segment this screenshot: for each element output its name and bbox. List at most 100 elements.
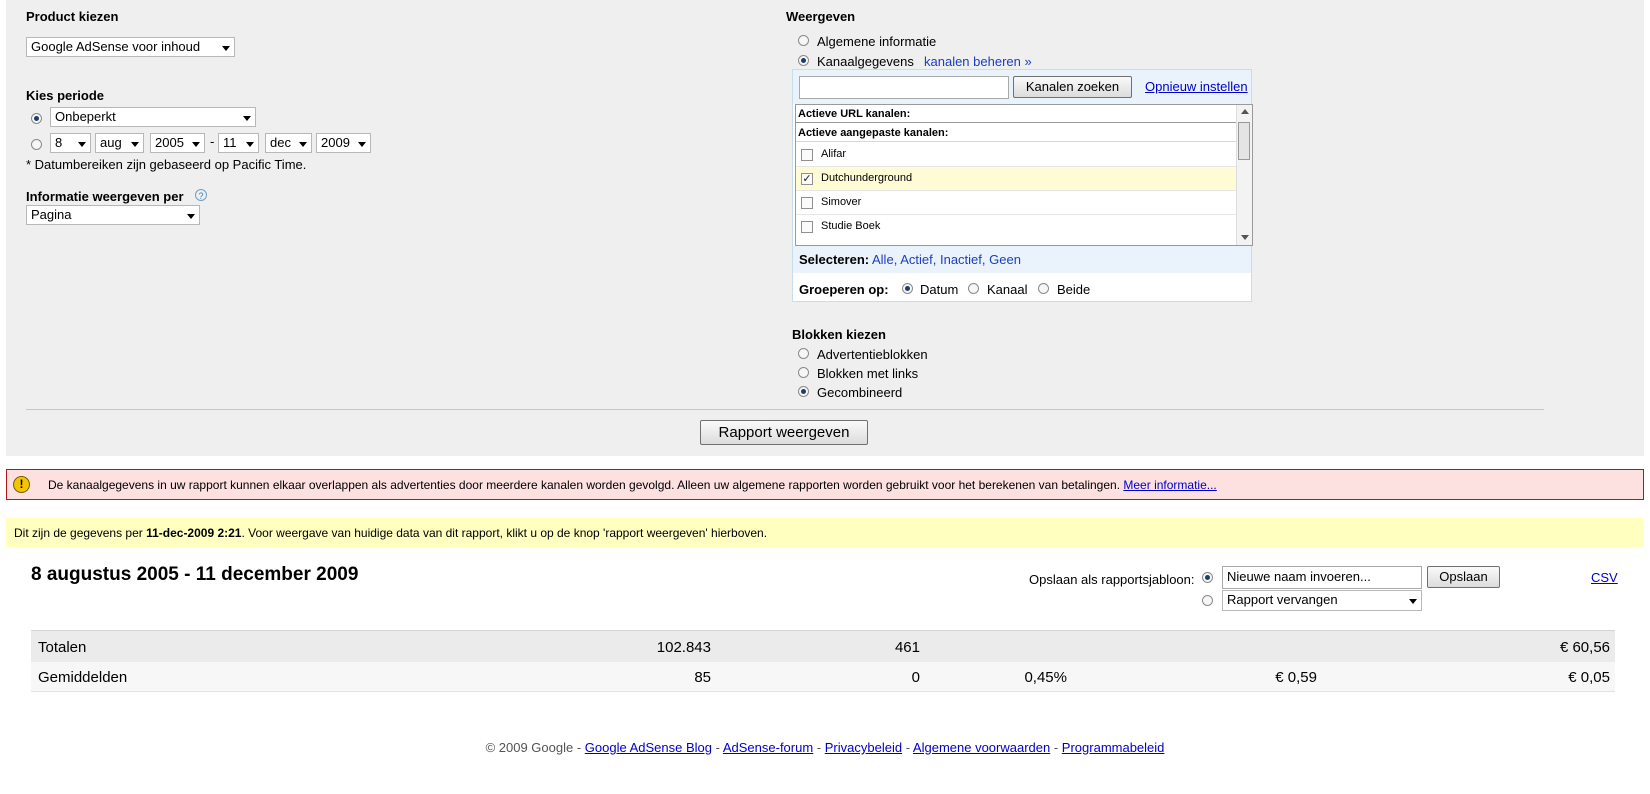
from-day-select[interactable]: 8 xyxy=(50,133,91,153)
template-name-input[interactable]: Nieuwe naam invoeren... xyxy=(1222,566,1422,589)
channel-row[interactable]: Simover xyxy=(796,191,1236,215)
help-icon[interactable]: ? xyxy=(195,189,207,201)
blocks-links-label: Blokken met links xyxy=(817,366,919,381)
warning-message: De kanaalgegevens in uw rapport kunnen e… xyxy=(48,478,1121,492)
period-preset-select[interactable]: Onbeperkt xyxy=(50,107,256,127)
totals-earnings: € 60,56 xyxy=(1559,639,1610,656)
chevron-down-icon xyxy=(131,142,139,147)
reset-link[interactable]: Opnieuw instellen xyxy=(1145,79,1248,94)
info-per-heading-text: Informatie weergeven per xyxy=(26,189,184,204)
group-both-label: Beide xyxy=(1057,282,1091,297)
averages-cpc: € 0,59 xyxy=(1275,669,1317,686)
exclamation-icon: ! xyxy=(13,476,30,493)
blocks-ads-radio[interactable] xyxy=(798,348,809,359)
totals-clicks: 461 xyxy=(894,639,920,656)
select-row-text: Selecteren: Alle, Actief, Inactief, Geen xyxy=(799,252,1021,267)
channel-checkbox[interactable] xyxy=(801,221,813,233)
blocks-heading: Blokken kiezen xyxy=(792,327,886,342)
product-select[interactable]: Google AdSense voor inhoud xyxy=(26,37,235,57)
from-year-select[interactable]: 2005 xyxy=(150,133,205,153)
comma: , xyxy=(932,252,937,267)
channel-checkbox[interactable] xyxy=(801,197,813,209)
channel-row[interactable]: Alifar xyxy=(796,143,1236,167)
footer-link-blog[interactable]: Google AdSense Blog xyxy=(585,740,712,755)
display-general-radio[interactable] xyxy=(798,35,809,46)
channel-row[interactable]: ✓ Dutchunderground xyxy=(796,167,1236,191)
to-day-select[interactable]: 11 xyxy=(218,133,259,153)
group-both-radio[interactable] xyxy=(1038,283,1049,294)
display-channel-radio[interactable] xyxy=(798,55,809,66)
to-day-value: 11 xyxy=(223,135,237,150)
select-all-link[interactable]: Alle xyxy=(872,252,894,267)
channel-label: Simover xyxy=(821,196,862,208)
footer-sep: - xyxy=(1050,740,1062,755)
save-template-label: Opslaan als rapportsjabloon: xyxy=(1029,572,1195,587)
from-month-select[interactable]: aug xyxy=(95,133,144,153)
url-channels-header: Actieve URL kanalen: xyxy=(796,105,1236,123)
channel-checkbox-checked[interactable]: ✓ xyxy=(801,173,813,185)
channel-label: Alifar xyxy=(821,148,847,160)
more-info-link[interactable]: Meer informatie... xyxy=(1123,478,1216,492)
group-date-radio[interactable] xyxy=(902,283,913,294)
channel-search-input[interactable] xyxy=(799,76,1009,99)
save-new-radio[interactable] xyxy=(1202,572,1213,583)
chevron-down-icon xyxy=(1409,599,1417,604)
manage-channels-link[interactable]: kanalen beheren » xyxy=(924,54,1032,69)
display-heading: Weergeven xyxy=(786,9,856,24)
info-per-heading: Informatie weergeven per xyxy=(26,189,184,204)
select-none-link[interactable]: Geen xyxy=(989,252,1021,267)
notice-suffix: . Voor weergave van huidige data van dit… xyxy=(241,526,768,540)
divider xyxy=(26,409,1544,410)
report-date-range: 8 augustus 2005 - 11 december 2009 xyxy=(31,564,359,585)
channel-label: Dutchunderground xyxy=(821,172,913,184)
chevron-down-icon xyxy=(299,142,307,147)
scroll-down-icon[interactable] xyxy=(1241,235,1249,240)
from-year-value: 2005 xyxy=(155,135,184,150)
footer-link-terms[interactable]: Algemene voorwaarden xyxy=(913,740,1050,755)
averages-clicks: 0 xyxy=(911,669,920,686)
select-active-link[interactable]: Actief xyxy=(900,252,933,267)
replace-template-select[interactable]: Rapport vervangen xyxy=(1222,590,1422,611)
channel-checkbox[interactable] xyxy=(801,149,813,161)
period-custom-radio[interactable] xyxy=(31,139,42,150)
info-per-select[interactable]: Pagina xyxy=(26,205,200,225)
blocks-links-radio[interactable] xyxy=(798,367,809,378)
save-template-button[interactable]: Opslaan xyxy=(1427,566,1500,588)
group-channel-radio[interactable] xyxy=(968,283,979,294)
period-preset-value: Onbeperkt xyxy=(55,109,116,124)
info-per-value: Pagina xyxy=(31,207,72,222)
chevron-down-icon xyxy=(187,214,195,219)
display-general-label: Algemene informatie xyxy=(817,34,937,49)
channel-list-scrollbar[interactable] xyxy=(1236,105,1252,245)
footer-link-privacy[interactable]: Privacybeleid xyxy=(825,740,902,755)
footer-link-program-policy[interactable]: Programmabeleid xyxy=(1062,740,1165,755)
footer-sep: - xyxy=(712,740,723,755)
show-report-button[interactable]: Rapport weergeven xyxy=(700,420,868,445)
product-heading: Product kiezen xyxy=(26,9,119,24)
replace-template-radio[interactable] xyxy=(1202,595,1213,606)
custom-channels-header: Actieve aangepaste kanalen: xyxy=(796,124,1236,142)
scroll-up-icon[interactable] xyxy=(1241,109,1249,114)
csv-link[interactable]: CSV xyxy=(1591,570,1618,585)
csv-link-text[interactable]: CSV xyxy=(1591,570,1618,585)
period-preset-radio[interactable] xyxy=(31,113,42,124)
footer-sep: - xyxy=(813,740,825,755)
select-inactive-link[interactable]: Inactief xyxy=(940,252,982,267)
to-month-value: dec xyxy=(270,135,291,150)
comma: , xyxy=(981,252,986,267)
group-by-label: Groeperen op: xyxy=(799,282,889,297)
to-year-select[interactable]: 2009 xyxy=(316,133,371,153)
notice-prefix: Dit zijn de gegevens per xyxy=(14,526,147,540)
blocks-combined-radio[interactable] xyxy=(798,386,809,397)
totals-impressions: 102.843 xyxy=(656,639,711,656)
to-month-select[interactable]: dec xyxy=(265,133,312,153)
warning-text: De kanaalgegevens in uw rapport kunnen e… xyxy=(48,478,1217,492)
channel-row[interactable]: Studie Boek xyxy=(796,215,1236,239)
scroll-thumb[interactable] xyxy=(1238,122,1250,160)
reset-link-text[interactable]: Opnieuw instellen xyxy=(1145,79,1248,94)
channel-label: Studie Boek xyxy=(821,220,881,232)
averages-impressions: 85 xyxy=(694,669,711,686)
product-select-value: Google AdSense voor inhoud xyxy=(31,39,201,54)
footer-link-forum[interactable]: AdSense-forum xyxy=(723,740,813,755)
search-channels-button[interactable]: Kanalen zoeken xyxy=(1013,76,1132,98)
